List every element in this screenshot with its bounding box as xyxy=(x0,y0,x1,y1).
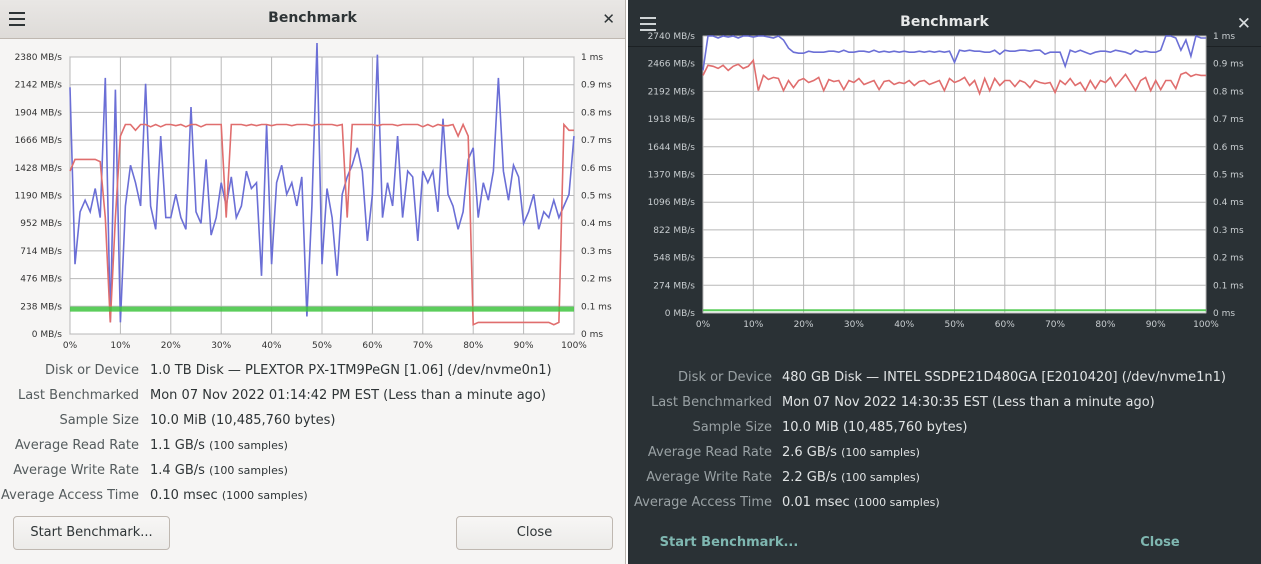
x-tick-label: 60% xyxy=(362,341,382,350)
y-tick-label: 1096 MB/s xyxy=(648,198,696,208)
y-tick-label: 1644 MB/s xyxy=(648,143,696,153)
y2-tick-label: 0.2 ms xyxy=(581,275,612,285)
y2-tick-label: 0 ms xyxy=(1213,309,1235,319)
y-tick-label: 0 MB/s xyxy=(665,309,696,319)
x-tick-label: 30% xyxy=(211,341,231,350)
access-time-value: 0.01 msec (1000 samples) xyxy=(782,495,940,510)
disk-value: 1.0 TB Disk — PLEXTOR PX-1TM9PeGN [1.06]… xyxy=(150,363,552,378)
benchmark-window-dark: Benchmark ✕ 0% 10% 20% 30% 40% 50% 60% 70% 80% 90… xyxy=(628,0,1261,564)
y-tick-label: 1666 MB/s xyxy=(15,136,63,146)
y-tick-label: 2740 MB/s xyxy=(648,32,696,42)
x-tick-label: 70% xyxy=(1045,320,1065,330)
y2-tick-label: 0 ms xyxy=(581,330,603,340)
y2-tick-label: 0.4 ms xyxy=(581,219,612,229)
x-tick-label: 0% xyxy=(696,320,711,330)
y2-tick-label: 0.8 ms xyxy=(581,108,612,118)
read-rate-value: 2.6 GB/s (100 samples) xyxy=(782,445,920,460)
y-tick-label: 1370 MB/s xyxy=(648,171,696,181)
x-tick-label: 0% xyxy=(63,341,78,350)
y-tick-label: 1190 MB/s xyxy=(15,192,63,202)
read-rate-label: Average Read Rate xyxy=(647,445,772,460)
y-tick-label: 476 MB/s xyxy=(20,275,62,285)
x-tick-label: 60% xyxy=(995,320,1015,330)
x-tick-label: 40% xyxy=(894,320,914,330)
access-time-label: Average Access Time xyxy=(1,488,139,503)
y-tick-label: 238 MB/s xyxy=(20,302,62,312)
y2-tick-label: 0.4 ms xyxy=(1213,198,1244,208)
y2-tick-label: 0.6 ms xyxy=(581,164,612,174)
benchmark-chart: 0% 10% 20% 30% 40% 50% 60% 70% 80% 90% 100% 0 MB/s 0… xyxy=(15,42,612,350)
x-tick-label: 20% xyxy=(794,320,814,330)
y-tick-label: 274 MB/s xyxy=(653,281,695,291)
x-tick-label: 100% xyxy=(561,341,587,350)
x-tick-label: 80% xyxy=(1095,320,1115,330)
x-tick-label: 100% xyxy=(1193,320,1219,330)
sample-size-value: 10.0 MiB (10,485,760 bytes) xyxy=(782,420,968,435)
last-benchmarked-label: Last Benchmarked xyxy=(650,395,772,410)
y2-tick-label: 0.3 ms xyxy=(581,247,612,257)
x-tick-label: 80% xyxy=(463,341,483,350)
x-tick-label: 10% xyxy=(743,320,763,330)
x-tick-label: 90% xyxy=(1146,320,1166,330)
read-rate-value: 1.1 GB/s (100 samples) xyxy=(150,438,288,453)
disk-value: 480 GB Disk — INTEL SSDPE21D480GA [E2010… xyxy=(782,370,1226,385)
last-benchmarked-label: Last Benchmarked xyxy=(17,388,139,403)
y-tick-label: 2142 MB/s xyxy=(15,81,63,91)
y2-tick-label: 0.6 ms xyxy=(1213,143,1244,153)
last-benchmarked-value: Mon 07 Nov 2022 14:30:35 EST (Less than … xyxy=(782,395,1155,410)
y2-tick-label: 0.5 ms xyxy=(581,192,612,202)
close-button[interactable]: Close xyxy=(1128,530,1192,556)
sample-size-label: Sample Size xyxy=(59,413,139,428)
x-tick-label: 30% xyxy=(844,320,864,330)
y2-tick-label: 0.5 ms xyxy=(1213,171,1244,181)
benchmark-window-light: Benchmark ✕ 0% 10% 20% 30% 40% 50% 60% 70% 80% 90… xyxy=(0,0,626,564)
y-tick-label: 952 MB/s xyxy=(20,219,62,229)
y2-tick-label: 1 ms xyxy=(581,53,603,63)
y2-tick-label: 1 ms xyxy=(1213,32,1235,42)
y-tick-label: 2380 MB/s xyxy=(15,53,63,63)
x-tick-label: 50% xyxy=(944,320,964,330)
y-tick-label: 714 MB/s xyxy=(20,247,62,257)
y-tick-label: 2192 MB/s xyxy=(648,87,696,97)
sample-size-label: Sample Size xyxy=(692,420,772,435)
y2-tick-label: 0.1 ms xyxy=(581,302,612,312)
write-rate-value: 2.2 GB/s (100 samples) xyxy=(782,470,920,485)
y-tick-label: 1918 MB/s xyxy=(648,115,696,125)
disk-label: Disk or Device xyxy=(678,370,772,385)
y-tick-label: 822 MB/s xyxy=(653,226,695,236)
write-rate-label: Average Write Rate xyxy=(13,463,139,478)
y-tick-label: 1904 MB/s xyxy=(15,108,63,118)
disk-label: Disk or Device xyxy=(45,363,139,378)
y2-tick-label: 0.7 ms xyxy=(581,136,612,146)
y2-tick-label: 0.3 ms xyxy=(1213,226,1244,236)
access-time-value: 0.10 msec (1000 samples) xyxy=(150,488,308,503)
close-button[interactable]: Close xyxy=(456,516,613,550)
y2-tick-label: 0.9 ms xyxy=(1213,60,1244,70)
y2-tick-label: 0.2 ms xyxy=(1213,254,1244,264)
y2-tick-label: 0.7 ms xyxy=(1213,115,1244,125)
write-rate-value: 1.4 GB/s (100 samples) xyxy=(150,463,288,478)
y-tick-label: 2466 MB/s xyxy=(648,60,696,70)
y-tick-label: 1428 MB/s xyxy=(15,164,63,174)
x-tick-label: 70% xyxy=(413,341,433,350)
x-tick-label: 50% xyxy=(312,341,332,350)
access-time-label: Average Access Time xyxy=(634,495,772,510)
y-tick-label: 0 MB/s xyxy=(32,330,63,340)
last-benchmarked-value: Mon 07 Nov 2022 01:14:42 PM EST (Less th… xyxy=(150,388,546,403)
sample-size-value: 10.0 MiB (10,485,760 bytes) xyxy=(150,413,336,428)
x-tick-label: 10% xyxy=(110,341,130,350)
start-benchmark-button[interactable]: Start Benchmark... xyxy=(13,516,170,550)
y2-tick-label: 0.9 ms xyxy=(581,81,612,91)
write-rate-label: Average Write Rate xyxy=(646,470,772,485)
benchmark-chart: 0% 10% 20% 30% 40% 50% 60% 70% 80% 90% 100% 0 MB/s 0… xyxy=(648,32,1244,330)
y-tick-label: 548 MB/s xyxy=(653,254,695,264)
x-tick-label: 90% xyxy=(514,341,534,350)
x-tick-label: 40% xyxy=(262,341,282,350)
read-rate-label: Average Read Rate xyxy=(14,438,139,453)
y2-tick-label: 0.8 ms xyxy=(1213,87,1244,97)
start-benchmark-button[interactable]: Start Benchmark... xyxy=(658,530,800,556)
y2-tick-label: 0.1 ms xyxy=(1213,281,1244,291)
x-tick-label: 20% xyxy=(161,341,181,350)
